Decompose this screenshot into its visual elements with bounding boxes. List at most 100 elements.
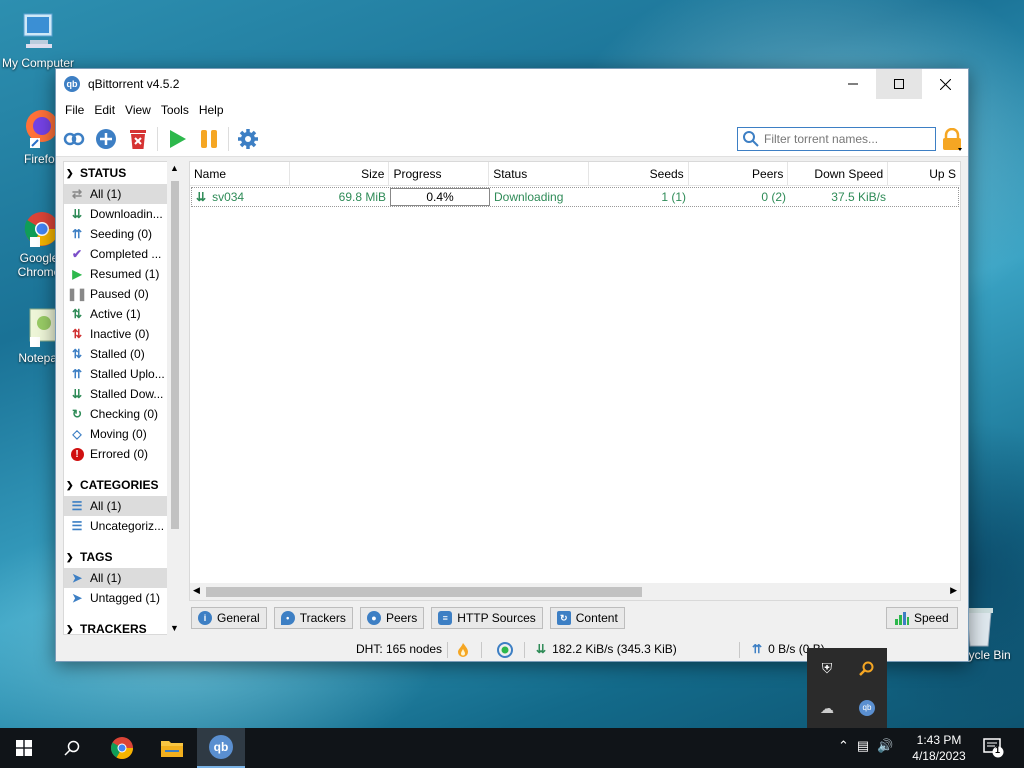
status-filter-item[interactable]: ⇊ Stalled Dow... xyxy=(64,384,182,404)
scroll-right-icon[interactable]: ▶ xyxy=(950,585,957,596)
tab-label: Trackers xyxy=(299,611,346,625)
menu-file[interactable]: File xyxy=(60,103,89,117)
hscroll-thumb[interactable] xyxy=(206,587,642,597)
taskbar-qbittorrent[interactable]: qb xyxy=(197,728,245,768)
volume-icon[interactable]: 🔊 xyxy=(877,738,893,754)
status-filter-item[interactable]: ⇊ Downloadin... xyxy=(64,204,182,224)
qbittorrent-tray-icon[interactable]: qb xyxy=(856,697,878,719)
status-filter-item[interactable]: ✔ Completed ... xyxy=(64,244,182,264)
taskbar-chrome[interactable] xyxy=(98,728,146,768)
tab-content[interactable]: ↻ Content xyxy=(549,607,625,629)
desktop-icon-my-computer[interactable]: My Computer xyxy=(0,10,76,70)
network-icon[interactable]: ▤ xyxy=(857,738,869,754)
column-header-seeds[interactable]: Seeds xyxy=(589,162,689,185)
download-speed-status[interactable]: ⇊ 182.2 KiB/s (345.3 KiB) xyxy=(536,642,677,656)
status-filter-item[interactable]: ◇ Moving (0) xyxy=(64,424,182,444)
title-bar[interactable]: qb qBittorrent v4.5.2 xyxy=(56,69,968,99)
category-label: Uncategoriz... xyxy=(90,519,165,533)
status-filter-item[interactable]: ⇅ Active (1) xyxy=(64,304,182,324)
status-filter-item[interactable]: ⇅ Stalled (0) xyxy=(64,344,182,364)
status-filter-item[interactable]: ▶ Resumed (1) xyxy=(64,264,182,284)
sidebar-scroll-thumb[interactable] xyxy=(171,181,179,529)
link-icon xyxy=(63,132,85,145)
pause-icon: ❚❚ xyxy=(66,287,88,301)
tab-speed[interactable]: Speed xyxy=(886,607,958,629)
column-header-progress[interactable]: Progress xyxy=(389,162,490,185)
chevron-down-icon: ❯ xyxy=(66,167,74,178)
menu-tools[interactable]: Tools xyxy=(156,103,194,117)
table-row[interactable]: ⇊ sv034 69.8 MiB 0.4% Downloading 1 (1) … xyxy=(191,187,959,207)
security-shield-icon[interactable]: ⛨ xyxy=(816,657,838,679)
trackers-section-header[interactable]: ❯ TRACKERS xyxy=(64,618,182,635)
sidebar-scrollbar[interactable]: ▲ ▼ xyxy=(167,161,183,635)
menu-help[interactable]: Help xyxy=(194,103,229,117)
tag-item-untagged[interactable]: ➤ Untagged (1) xyxy=(64,588,182,608)
status-filter-item[interactable]: ! Errored (0) xyxy=(64,444,182,464)
maximize-button[interactable] xyxy=(876,69,922,99)
scroll-down-icon[interactable]: ▼ xyxy=(170,623,179,633)
delete-torrent-button[interactable] xyxy=(125,126,151,152)
search-input[interactable] xyxy=(764,132,934,146)
tab-http-sources[interactable]: ≡ HTTP Sources xyxy=(431,607,543,629)
scroll-up-icon[interactable]: ▲ xyxy=(170,163,179,173)
options-button[interactable] xyxy=(235,126,261,152)
notification-center-button[interactable]: 1 xyxy=(982,736,1006,760)
status-filter-item[interactable]: ⇄ All (1) xyxy=(64,184,182,204)
resume-button[interactable] xyxy=(164,126,190,152)
categories-section-header[interactable]: ❯ CATEGORIES xyxy=(64,474,182,496)
search-field[interactable] xyxy=(737,127,936,151)
column-header-status[interactable]: Status xyxy=(489,162,589,185)
column-header-up-speed[interactable]: Up S xyxy=(888,162,960,185)
status-filter-item[interactable]: ❚❚ Paused (0) xyxy=(64,284,182,304)
start-button[interactable] xyxy=(0,728,48,768)
add-torrent-file-button[interactable] xyxy=(93,126,119,152)
gear-icon xyxy=(238,128,258,149)
cloud-offline-icon[interactable]: ☁ xyxy=(816,697,838,719)
tag-icon: ➤ xyxy=(71,571,83,585)
tag-icon: ➤ xyxy=(71,591,83,605)
trackers-header-label: TRACKERS xyxy=(80,622,147,635)
tags-section-header[interactable]: ❯ TAGS xyxy=(64,546,182,568)
add-torrent-link-button[interactable] xyxy=(61,126,87,152)
column-header-size[interactable]: Size xyxy=(290,162,390,185)
downloading-icon: ⇊ xyxy=(196,190,207,204)
status-filter-item[interactable]: ⇈ Seeding (0) xyxy=(64,224,182,244)
toolbar xyxy=(56,121,968,157)
status-filter-item[interactable]: ↻ Checking (0) xyxy=(64,404,182,424)
search-tray-icon[interactable] xyxy=(856,657,878,679)
category-item-all[interactable]: ☰ All (1) xyxy=(64,496,182,516)
column-header-name[interactable]: Name xyxy=(190,162,290,185)
stalled-upload-icon: ⇈ xyxy=(71,367,83,381)
column-header-down-speed[interactable]: Down Speed xyxy=(788,162,889,185)
status-filter-item[interactable]: ⇈ Stalled Uplo... xyxy=(64,364,182,384)
column-header-peers[interactable]: Peers xyxy=(689,162,789,185)
pause-button[interactable] xyxy=(196,126,222,152)
clock[interactable]: 1:43 PM 4/18/2023 xyxy=(908,732,970,764)
connection-status-icon[interactable] xyxy=(497,642,513,658)
close-button[interactable] xyxy=(922,69,968,99)
chevron-up-icon[interactable]: ⌃ xyxy=(838,738,849,754)
tab-trackers[interactable]: • Trackers xyxy=(273,607,353,629)
transfer-list-hscrollbar[interactable]: ◀ ▶ xyxy=(189,583,961,600)
lock-icon[interactable] xyxy=(941,127,963,152)
upload-speed-icon: ⇈ xyxy=(752,642,763,656)
search-button[interactable] xyxy=(48,728,96,768)
status-filter-label: Active (1) xyxy=(90,307,141,321)
taskbar-file-explorer[interactable] xyxy=(148,728,196,768)
tab-peers[interactable]: ● Peers xyxy=(359,607,425,629)
minimize-button[interactable] xyxy=(830,69,876,99)
menu-view[interactable]: View xyxy=(120,103,156,117)
status-filter-item[interactable]: ⇅ Inactive (0) xyxy=(64,324,182,344)
menu-edit[interactable]: Edit xyxy=(89,103,120,117)
category-item-uncategorized[interactable]: ☰ Uncategoriz... xyxy=(64,516,182,536)
info-icon: i xyxy=(198,611,212,625)
tab-general[interactable]: i General xyxy=(191,607,267,629)
status-section-header[interactable]: ❯ STATUS xyxy=(64,162,182,184)
tag-item-all[interactable]: ➤ All (1) xyxy=(64,568,182,588)
status-filter-label: Checking (0) xyxy=(90,407,159,421)
dht-status: DHT: 165 nodes xyxy=(356,642,443,656)
scroll-left-icon[interactable]: ◀ xyxy=(193,585,200,596)
category-label: All (1) xyxy=(90,499,122,513)
fire-icon[interactable] xyxy=(457,642,469,658)
search-icon xyxy=(64,740,80,756)
